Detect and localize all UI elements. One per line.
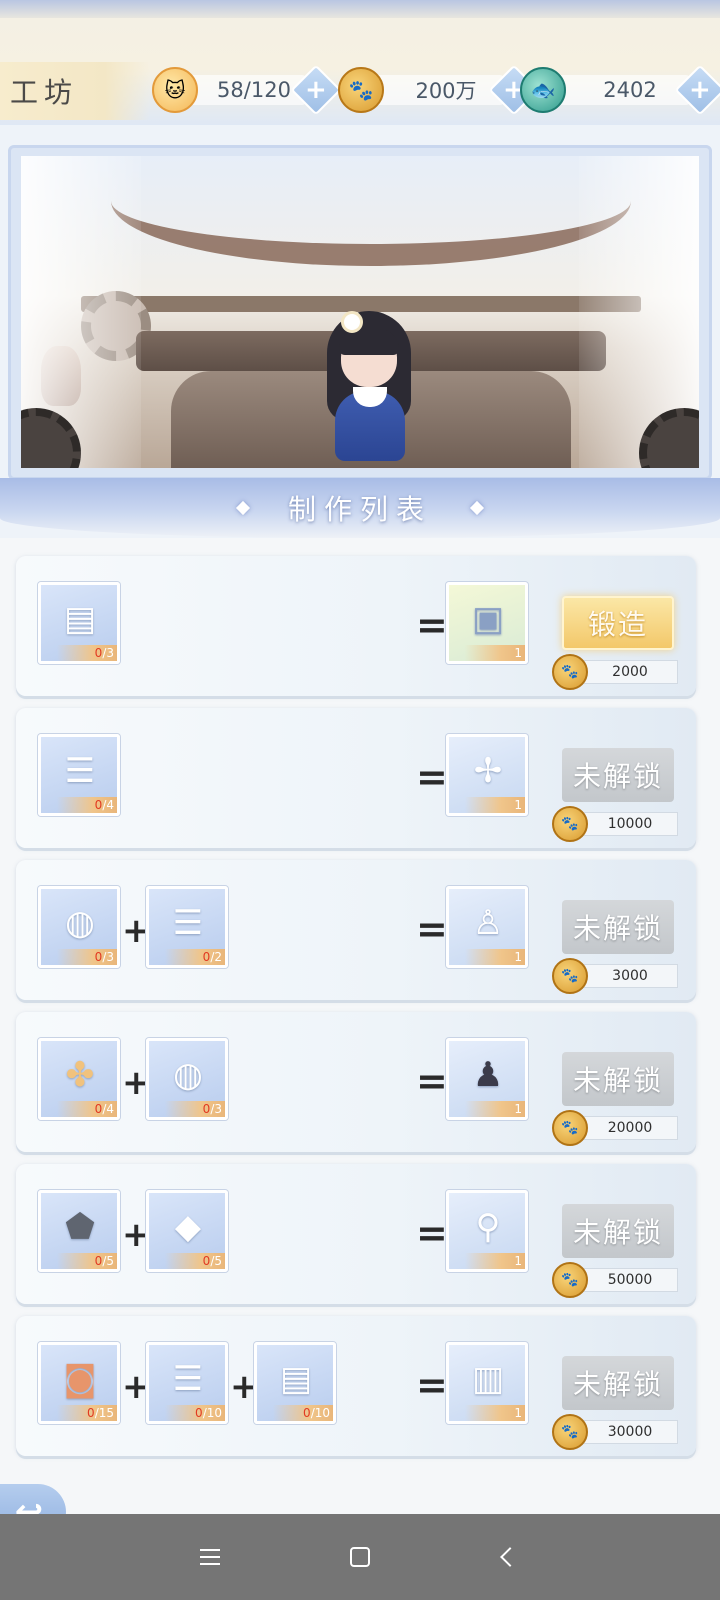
recipe-card: ◙ 0/15 + ☰ 0/10 + ▤ 0/10 = ▥ 1 未解锁 🐾 300…	[16, 1316, 696, 1456]
home-button[interactable]	[285, 1514, 435, 1600]
equals-sign: =	[416, 603, 448, 647]
output-slot[interactable]: ⚲ 1	[446, 1190, 528, 1272]
paw-coin-icon: 🐾	[552, 1414, 588, 1450]
locked-button[interactable]: 未解锁	[562, 1204, 674, 1258]
material-slot[interactable]: ☰ 0/4	[38, 734, 120, 816]
add-fish-button[interactable]: +	[674, 64, 720, 116]
tree-branch-decor	[111, 156, 631, 266]
shelf-decor	[81, 296, 641, 312]
workshop-scene	[21, 156, 699, 468]
ingot-stack-icon: ☰	[172, 1359, 204, 1399]
portrait-frame-icon: ▣	[471, 599, 505, 639]
recipe-card: ◍ 0/3 + ☰ 0/2 = ♙ 1 未解锁 🐾 3000	[16, 860, 696, 1000]
paw-coin-icon: 🐾	[338, 67, 384, 113]
system-back-button[interactable]	[435, 1514, 585, 1600]
equals-sign: =	[416, 755, 448, 799]
diamond-right-icon	[469, 500, 485, 516]
paw-coin-icon: 🐾	[552, 1110, 588, 1146]
forge-button[interactable]: 锻造	[562, 596, 674, 650]
material-slot[interactable]: ⬟ 0/5	[38, 1190, 120, 1272]
page-title: 工坊	[0, 62, 150, 120]
locked-button[interactable]: 未解锁	[562, 748, 674, 802]
fish-icon: 🐟	[520, 67, 566, 113]
diamond-left-icon	[235, 500, 251, 516]
cloth-stack-icon: ▤	[63, 599, 97, 639]
top-decor-strip	[0, 0, 720, 18]
hand-mirror-icon: ⚲	[475, 1207, 501, 1247]
ingot-stack-icon: ☰	[172, 903, 204, 943]
recent-apps-button[interactable]	[135, 1514, 285, 1600]
wood-bundle-icon: ✤	[65, 1055, 95, 1095]
recipe-list[interactable]: ▤ 0/3 = ▣ 1 锻造 🐾 2000 ☰ 0/4 = ✢ 1 未解锁 🐾 …	[0, 538, 720, 1538]
crystal-cube-icon: ◆	[174, 1207, 202, 1247]
recipe-card: ▤ 0/3 = ▣ 1 锻造 🐾 2000	[16, 556, 696, 696]
fish-value: 2402	[556, 75, 690, 105]
chevron-left-icon	[500, 1547, 520, 1567]
figurine-scholar-icon: ♟	[472, 1055, 504, 1095]
output-slot[interactable]: ▣ 1	[446, 582, 528, 664]
material-slot[interactable]: ☰ 0/2	[146, 886, 228, 968]
coin-resource: 🐾 200万 +	[338, 64, 540, 116]
section-title: 制作列表	[287, 493, 432, 526]
cost-display: 🐾 10000	[552, 806, 678, 842]
fabric-roll-icon: ◍	[173, 1055, 203, 1095]
cost-display: 🐾 3000	[552, 958, 678, 994]
material-slot[interactable]: ▤ 0/3	[38, 582, 120, 664]
material-slot[interactable]: ◆ 0/5	[146, 1190, 228, 1272]
stamina-resource: 🐱 58/120 +	[152, 64, 342, 116]
cost-display: 🐾 30000	[552, 1414, 678, 1450]
paw-coin-icon: 🐾	[552, 806, 588, 842]
ingot-stack-icon: ☰	[64, 751, 96, 791]
output-slot[interactable]: ✢ 1	[446, 734, 528, 816]
material-slot[interactable]: ☰ 0/10	[146, 1342, 228, 1424]
equals-sign: =	[416, 907, 448, 951]
stamina-value: 58/120	[188, 75, 306, 105]
cost-display: 🐾 50000	[552, 1262, 678, 1298]
fish-resource: 🐟 2402 +	[520, 64, 720, 116]
equals-sign: =	[416, 1211, 448, 1255]
paw-coin-icon: 🐾	[552, 654, 588, 690]
material-slot[interactable]: ◍ 0/3	[146, 1038, 228, 1120]
menu-lines-icon	[200, 1549, 220, 1565]
output-slot[interactable]: ♙ 1	[446, 886, 528, 968]
add-stamina-button[interactable]: +	[290, 64, 342, 116]
cost-display: 🐾 2000	[552, 654, 678, 690]
paw-coin-icon: 🐾	[552, 1262, 588, 1298]
pinwheel-icon: ✢	[473, 751, 503, 791]
hair-flower-icon	[341, 311, 363, 333]
material-slot[interactable]: ◍ 0/3	[38, 886, 120, 968]
cloth-stack-icon: ▤	[279, 1359, 313, 1399]
locked-button[interactable]: 未解锁	[562, 1356, 674, 1410]
equals-sign: =	[416, 1059, 448, 1103]
recipe-card: ⬟ 0/5 + ◆ 0/5 = ⚲ 1 未解锁 🐾 50000	[16, 1164, 696, 1304]
output-slot[interactable]: ♟ 1	[446, 1038, 528, 1120]
paw-coin-icon: 🐾	[552, 958, 588, 994]
figurine-white-icon: ♙	[472, 903, 504, 943]
material-slot[interactable]: ✤ 0/4	[38, 1038, 120, 1120]
ore-rock-icon: ⬟	[65, 1207, 95, 1247]
system-nav-bar	[0, 1514, 720, 1600]
output-slot[interactable]: ▥ 1	[446, 1342, 528, 1424]
cost-display: 🐾 20000	[552, 1110, 678, 1146]
coin-value: 200万	[374, 75, 504, 105]
locked-button[interactable]: 未解锁	[562, 900, 674, 954]
wooden-bucket-icon: ◙	[63, 1359, 97, 1399]
square-home-icon	[350, 1547, 370, 1567]
top-bar: 工坊 🐱 58/120 + 🐾 200万 + 🐟 2402 +	[0, 0, 720, 125]
fabric-roll-icon: ◍	[65, 903, 95, 943]
section-header: 制作列表	[0, 478, 720, 538]
material-slot[interactable]: ▤ 0/10	[254, 1342, 336, 1424]
craftswoman-character[interactable]	[321, 311, 417, 461]
material-slot[interactable]: ◙ 0/15	[38, 1342, 120, 1424]
cat-icon: 🐱	[152, 67, 198, 113]
bookshelf-icon: ▥	[471, 1359, 505, 1399]
workshop-scene-frame	[8, 145, 712, 480]
locked-button[interactable]: 未解锁	[562, 1052, 674, 1106]
equals-sign: =	[416, 1363, 448, 1407]
recipe-card: ✤ 0/4 + ◍ 0/3 = ♟ 1 未解锁 🐾 20000	[16, 1012, 696, 1152]
recipe-card: ☰ 0/4 = ✢ 1 未解锁 🐾 10000	[16, 708, 696, 848]
